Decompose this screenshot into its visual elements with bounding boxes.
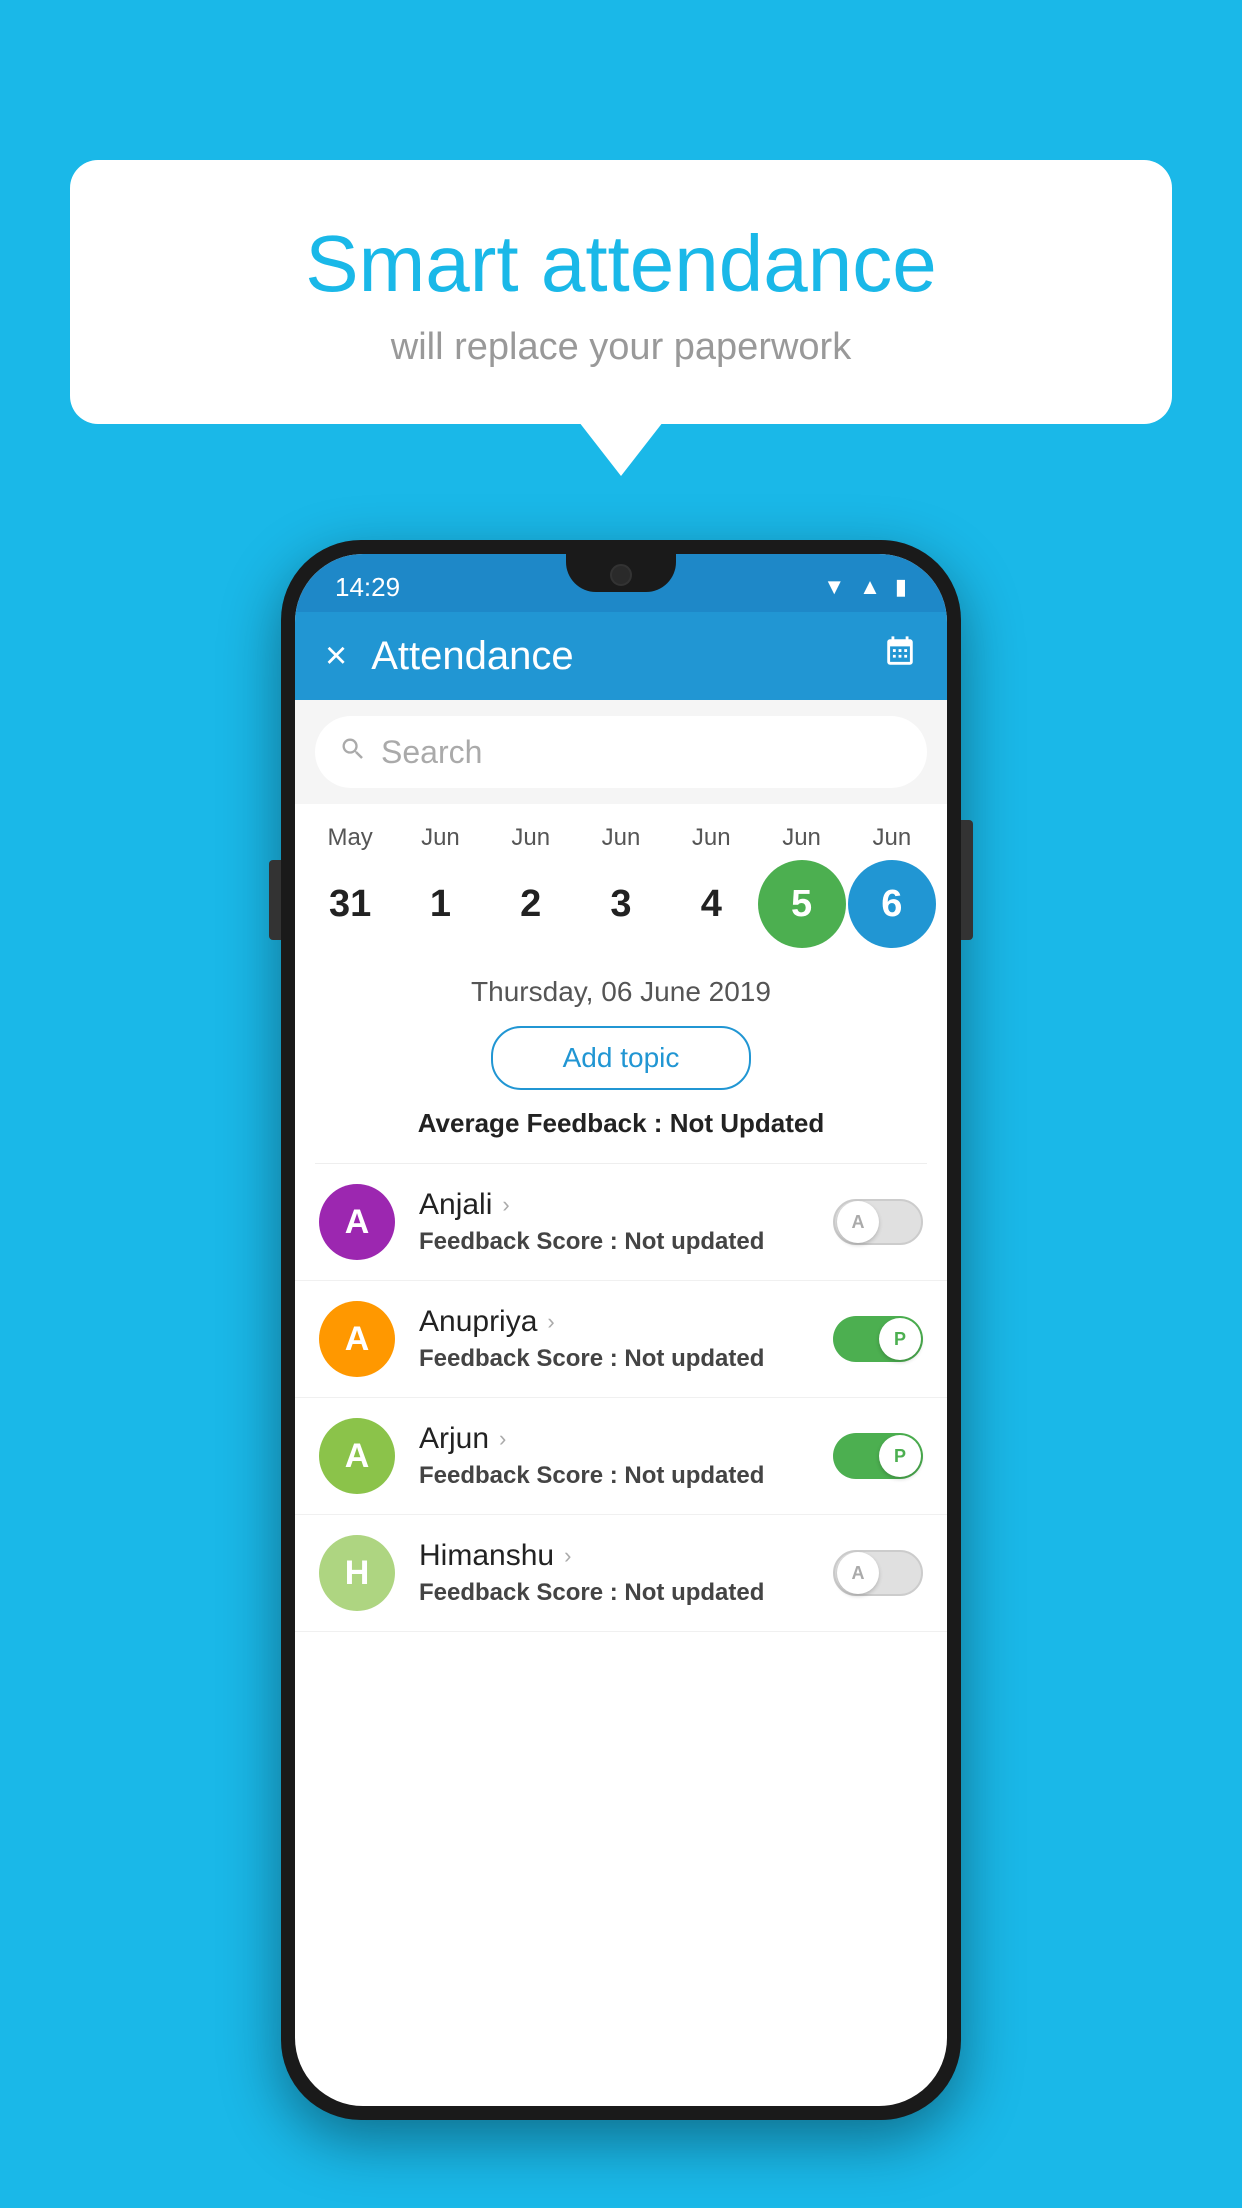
student-item: H Himanshu › Feedback Score : Not update…	[295, 1515, 947, 1632]
student-item: A Anupriya › Feedback Score : Not update…	[295, 1281, 947, 1398]
month-jun-3: Jun	[577, 824, 665, 852]
avg-feedback-label: Average Feedback :	[418, 1108, 663, 1138]
header-title: Attendance	[371, 634, 859, 679]
camera	[610, 564, 632, 586]
toggle-anupriya-wrap: P	[833, 1316, 923, 1362]
avatar-arjun: A	[319, 1418, 395, 1494]
avatar-anjali: A	[319, 1184, 395, 1260]
student-feedback-arjun: Feedback Score : Not updated	[419, 1462, 833, 1490]
toggle-arjun-wrap: P	[833, 1433, 923, 1479]
wifi-icon: ▼	[823, 574, 845, 600]
date-6[interactable]: 6	[848, 860, 936, 948]
date-1[interactable]: 1	[396, 860, 484, 948]
student-name-anupriya[interactable]: Anupriya ›	[419, 1305, 833, 1339]
status-icons: ▼ ▲ ▮	[823, 574, 907, 600]
toggle-himanshu[interactable]: A	[833, 1550, 923, 1596]
month-row: May Jun Jun Jun Jun Jun Jun	[305, 824, 937, 852]
toggle-himanshu-wrap: A	[833, 1550, 923, 1596]
signal-icon: ▲	[859, 574, 881, 600]
toggle-knob-himanshu: A	[837, 1552, 879, 1594]
search-wrapper[interactable]: Search	[315, 716, 927, 788]
student-list: A Anjali › Feedback Score : Not updated	[295, 1164, 947, 1632]
add-topic-button[interactable]: Add topic	[491, 1026, 751, 1090]
avg-feedback-value: Not Updated	[670, 1108, 825, 1138]
date-row: 31 1 2 3 4 5 6	[305, 860, 937, 948]
calendar-strip: May Jun Jun Jun Jun Jun Jun 31 1 2 3 4 5…	[295, 804, 947, 958]
battery-icon: ▮	[895, 574, 907, 600]
month-may: May	[306, 824, 394, 852]
month-jun-6: Jun	[848, 824, 936, 852]
toggle-knob-arjun: P	[879, 1435, 921, 1477]
calendar-icon[interactable]	[883, 635, 917, 678]
speech-bubble: Smart attendance will replace your paper…	[70, 160, 1172, 424]
avatar-anupriya: A	[319, 1301, 395, 1377]
month-jun-1: Jun	[396, 824, 484, 852]
student-name-anjali[interactable]: Anjali ›	[419, 1188, 833, 1222]
phone-container: 14:29 ▼ ▲ ▮ × Attendance	[281, 540, 961, 2120]
chevron-icon: ›	[547, 1309, 554, 1335]
toggle-anjali-wrap: A	[833, 1199, 923, 1245]
month-jun-4: Jun	[667, 824, 755, 852]
student-info-himanshu: Himanshu › Feedback Score : Not updated	[419, 1539, 833, 1607]
bubble-title: Smart attendance	[120, 220, 1122, 308]
student-info-arjun: Arjun › Feedback Score : Not updated	[419, 1422, 833, 1490]
app-header: × Attendance	[295, 612, 947, 700]
student-feedback-anupriya: Feedback Score : Not updated	[419, 1345, 833, 1373]
bubble-subtitle: will replace your paperwork	[120, 326, 1122, 369]
close-button[interactable]: ×	[325, 637, 347, 675]
search-container: Search	[295, 700, 947, 804]
search-placeholder: Search	[381, 734, 482, 771]
chevron-icon: ›	[564, 1543, 571, 1569]
month-jun-5: Jun	[758, 824, 846, 852]
month-jun-2: Jun	[487, 824, 575, 852]
student-item: A Anjali › Feedback Score : Not updated	[295, 1164, 947, 1281]
status-time: 14:29	[335, 572, 400, 603]
student-name-himanshu[interactable]: Himanshu ›	[419, 1539, 833, 1573]
search-icon	[339, 734, 367, 771]
toggle-anupriya[interactable]: P	[833, 1316, 923, 1362]
date-3[interactable]: 3	[577, 860, 665, 948]
student-item: A Arjun › Feedback Score : Not updated	[295, 1398, 947, 1515]
toggle-anjali[interactable]: A	[833, 1199, 923, 1245]
student-name-arjun[interactable]: Arjun ›	[419, 1422, 833, 1456]
phone-screen: 14:29 ▼ ▲ ▮ × Attendance	[295, 554, 947, 2106]
avg-feedback: Average Feedback : Not Updated	[315, 1108, 927, 1139]
toggle-arjun[interactable]: P	[833, 1433, 923, 1479]
toggle-knob-anjali: A	[837, 1201, 879, 1243]
toggle-knob-anupriya: P	[879, 1318, 921, 1360]
chevron-icon: ›	[499, 1426, 506, 1452]
chevron-icon: ›	[502, 1192, 509, 1218]
student-info-anupriya: Anupriya › Feedback Score : Not updated	[419, 1305, 833, 1373]
date-5[interactable]: 5	[758, 860, 846, 948]
student-feedback-himanshu: Feedback Score : Not updated	[419, 1579, 833, 1607]
selected-date-label: Thursday, 06 June 2019	[315, 976, 927, 1008]
notch	[566, 554, 676, 592]
info-section: Thursday, 06 June 2019 Add topic Average…	[295, 958, 947, 1163]
date-31[interactable]: 31	[306, 860, 394, 948]
student-info-anjali: Anjali › Feedback Score : Not updated	[419, 1188, 833, 1256]
student-feedback-anjali: Feedback Score : Not updated	[419, 1228, 833, 1256]
phone-outer: 14:29 ▼ ▲ ▮ × Attendance	[281, 540, 961, 2120]
date-2[interactable]: 2	[487, 860, 575, 948]
date-4[interactable]: 4	[667, 860, 755, 948]
avatar-himanshu: H	[319, 1535, 395, 1611]
